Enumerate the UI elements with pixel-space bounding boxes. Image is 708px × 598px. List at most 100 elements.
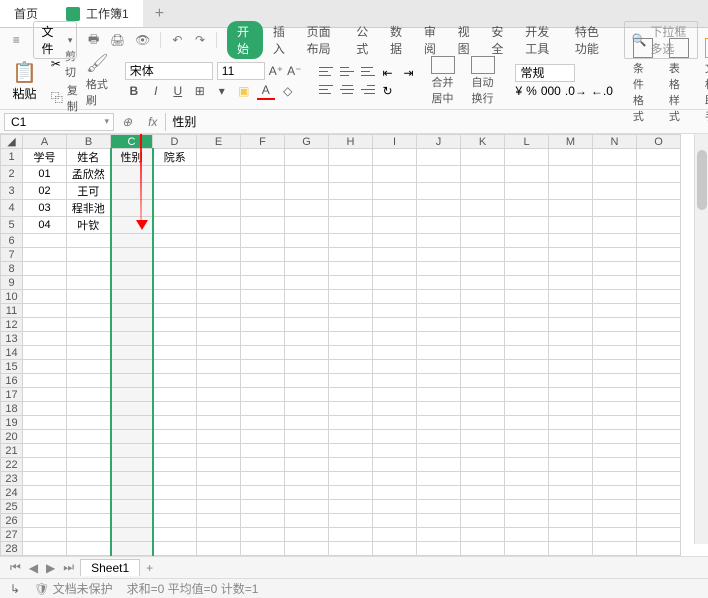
cell-K18[interactable] (461, 402, 505, 416)
cell-G2[interactable] (285, 166, 329, 183)
cell-F25[interactable] (241, 500, 285, 514)
cell-D29[interactable] (153, 556, 197, 557)
cell-A19[interactable] (23, 416, 67, 430)
cell-E25[interactable] (197, 500, 241, 514)
cell-E27[interactable] (197, 528, 241, 542)
cell-J29[interactable] (417, 556, 461, 557)
cell-N1[interactable] (593, 149, 637, 166)
cell-L2[interactable] (505, 166, 549, 183)
cell-H14[interactable] (329, 346, 373, 360)
row-header-28[interactable]: 28 (1, 542, 23, 556)
cell-K1[interactable] (461, 149, 505, 166)
cell-H8[interactable] (329, 262, 373, 276)
cell-G18[interactable] (285, 402, 329, 416)
cell-B11[interactable] (67, 304, 111, 318)
row-header-11[interactable]: 11 (1, 304, 23, 318)
cell-D12[interactable] (153, 318, 197, 332)
cell-I4[interactable] (373, 200, 417, 217)
cell-N8[interactable] (593, 262, 637, 276)
cell-K20[interactable] (461, 430, 505, 444)
row-header-29[interactable]: 29 (1, 556, 23, 557)
border-button[interactable]: ⊞ (191, 82, 209, 100)
cell-K10[interactable] (461, 290, 505, 304)
cell-A23[interactable] (23, 472, 67, 486)
cell-N29[interactable] (593, 556, 637, 557)
col-header-O[interactable]: O (637, 135, 681, 149)
cell-C20[interactable] (111, 430, 153, 444)
cell-K29[interactable] (461, 556, 505, 557)
cell-H13[interactable] (329, 332, 373, 346)
cell-E26[interactable] (197, 514, 241, 528)
font-color-button[interactable]: A (257, 82, 275, 100)
cell-F20[interactable] (241, 430, 285, 444)
cell-G29[interactable] (285, 556, 329, 557)
cell-L15[interactable] (505, 360, 549, 374)
cell-B5[interactable]: 叶钦 (67, 217, 111, 234)
cell-L7[interactable] (505, 248, 549, 262)
cell-J25[interactable] (417, 500, 461, 514)
cell-L21[interactable] (505, 444, 549, 458)
cell-N23[interactable] (593, 472, 637, 486)
col-header-N[interactable]: N (593, 135, 637, 149)
cell-F2[interactable] (241, 166, 285, 183)
paste-button[interactable]: 📋 粘贴 (6, 58, 43, 104)
cell-G25[interactable] (285, 500, 329, 514)
cell-B27[interactable] (67, 528, 111, 542)
cell-D16[interactable] (153, 374, 197, 388)
cell-B9[interactable] (67, 276, 111, 290)
cell-O22[interactable] (637, 458, 681, 472)
cell-J20[interactable] (417, 430, 461, 444)
cell-I6[interactable] (373, 234, 417, 248)
cell-K4[interactable] (461, 200, 505, 217)
cell-F10[interactable] (241, 290, 285, 304)
cell-N19[interactable] (593, 416, 637, 430)
cell-E4[interactable] (197, 200, 241, 217)
cell-G9[interactable] (285, 276, 329, 290)
cell-C24[interactable] (111, 486, 153, 500)
cell-G12[interactable] (285, 318, 329, 332)
cell-B25[interactable] (67, 500, 111, 514)
font-name-select[interactable]: 宋体 (125, 62, 213, 80)
cell-L16[interactable] (505, 374, 549, 388)
cell-I25[interactable] (373, 500, 417, 514)
cell-I9[interactable] (373, 276, 417, 290)
cell-F13[interactable] (241, 332, 285, 346)
cell-L19[interactable] (505, 416, 549, 430)
cell-N12[interactable] (593, 318, 637, 332)
cell-H17[interactable] (329, 388, 373, 402)
ribbon-developer[interactable]: 开发工具 (517, 21, 565, 59)
cell-O16[interactable] (637, 374, 681, 388)
cell-I13[interactable] (373, 332, 417, 346)
cell-H3[interactable] (329, 183, 373, 200)
italic-button[interactable]: I (147, 82, 165, 100)
increase-font-icon[interactable]: A⁺ (269, 64, 283, 78)
cell-E22[interactable] (197, 458, 241, 472)
cell-I14[interactable] (373, 346, 417, 360)
cell-D21[interactable] (153, 444, 197, 458)
cell-N9[interactable] (593, 276, 637, 290)
cell-D13[interactable] (153, 332, 197, 346)
cell-D20[interactable] (153, 430, 197, 444)
cell-E7[interactable] (197, 248, 241, 262)
cell-O29[interactable] (637, 556, 681, 557)
align-right[interactable] (359, 82, 377, 98)
cell-H9[interactable] (329, 276, 373, 290)
col-header-G[interactable]: G (285, 135, 329, 149)
cell-N11[interactable] (593, 304, 637, 318)
cell-M29[interactable] (549, 556, 593, 557)
cell-H1[interactable] (329, 149, 373, 166)
cell-J3[interactable] (417, 183, 461, 200)
cell-B21[interactable] (67, 444, 111, 458)
cell-J21[interactable] (417, 444, 461, 458)
cell-C11[interactable] (111, 304, 153, 318)
cell-B18[interactable] (67, 402, 111, 416)
cell-L1[interactable] (505, 149, 549, 166)
cell-D18[interactable] (153, 402, 197, 416)
cell-C12[interactable] (111, 318, 153, 332)
cell-C14[interactable] (111, 346, 153, 360)
cell-L12[interactable] (505, 318, 549, 332)
col-header-I[interactable]: I (373, 135, 417, 149)
percent-button[interactable]: % (526, 84, 537, 98)
row-header-12[interactable]: 12 (1, 318, 23, 332)
file-menu[interactable]: 文件 (33, 21, 78, 59)
